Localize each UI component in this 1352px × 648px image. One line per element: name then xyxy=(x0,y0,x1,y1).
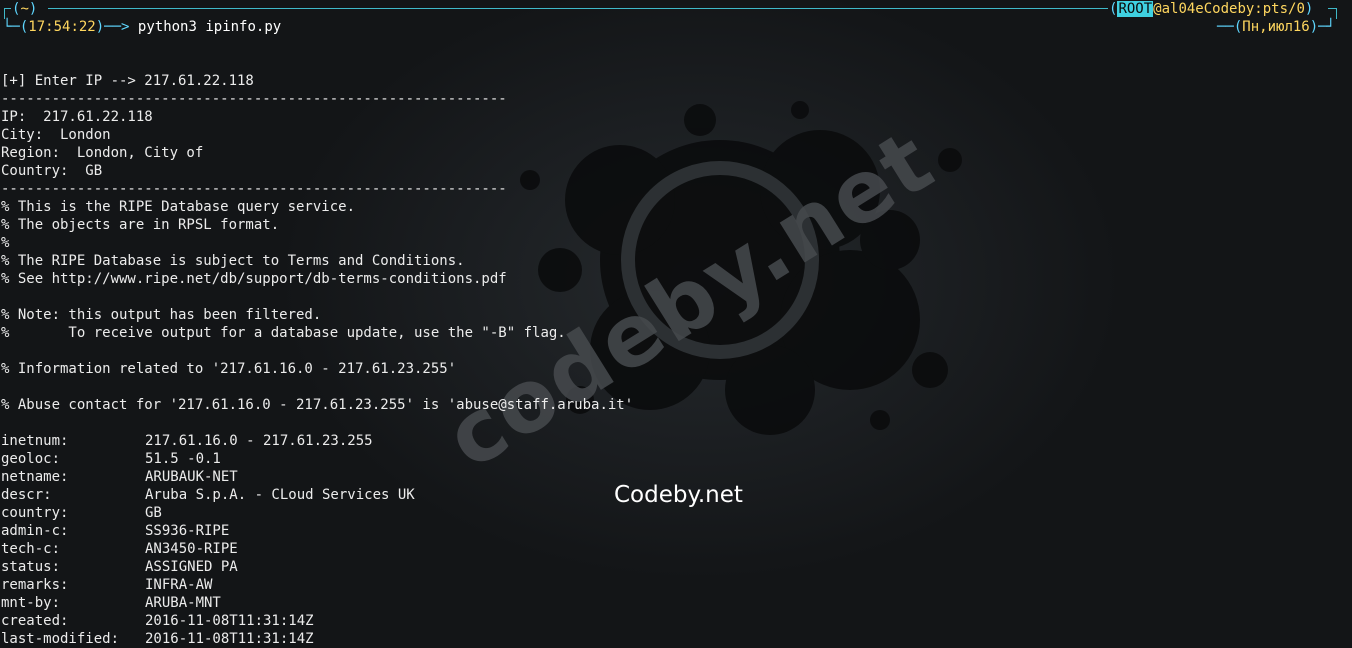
record-row: descr: Aruba S.p.A. - CLoud Services UK xyxy=(1,486,633,504)
record-value: ASSIGNED PA xyxy=(145,559,238,575)
command-text: python3 ipinfo.py xyxy=(137,19,282,35)
record-row: mnt-by: ARUBA-MNT xyxy=(1,594,633,612)
comment-line xyxy=(1,414,633,432)
comment-line: % Abuse contact for '217.61.16.0 - 217.6… xyxy=(1,397,634,413)
record-key: geoloc: xyxy=(1,451,61,467)
record-value: ARUBAUK-NET xyxy=(145,469,238,485)
comment-line xyxy=(1,342,633,360)
comment-line: % xyxy=(1,235,10,251)
prompt-user-host: (ROOT@al04eCodeby:pts/0) xyxy=(1109,1,1314,17)
record-key: descr: xyxy=(1,487,52,503)
record-row: country: GB xyxy=(1,504,633,522)
record-key: tech-c: xyxy=(1,541,61,557)
summary-line: Region: London, City of xyxy=(1,145,204,161)
record-value: GB xyxy=(145,505,162,521)
comment-line: % The RIPE Database is subject to Terms … xyxy=(1,253,465,269)
record-row: geoloc: 51.5 -0.1 xyxy=(1,450,633,468)
prompt-cwd: (~) xyxy=(12,1,38,17)
comment-line: % Information related to '217.61.16.0 - … xyxy=(1,361,457,377)
host-text: @al04eCodeby:pts/0 xyxy=(1153,1,1305,17)
record-key: remarks: xyxy=(1,577,69,593)
record-value: AN3450-RIPE xyxy=(145,541,238,557)
comment-line: % See http://www.ripe.net/db/support/db-… xyxy=(1,271,507,287)
terminal-window[interactable]: codeby.net Codeby.net (~) (ROOT@al04eCod… xyxy=(0,0,1352,648)
prompt-command-line: └─(17:54:22)──> python3 ipinfo.py xyxy=(3,19,282,35)
separator-line: ----------------------------------------… xyxy=(1,181,507,197)
record-value: ARUBA-MNT xyxy=(145,595,221,611)
record-key: created: xyxy=(1,613,69,629)
record-value: 2016-11-08T11:31:14Z xyxy=(145,613,314,629)
record-value: SS936-RIPE xyxy=(145,523,230,539)
date-text: Пн,июл16 xyxy=(1242,19,1310,35)
record-value: Aruba S.p.A. - CLoud Services UK xyxy=(145,487,415,503)
comment-line: % This is the RIPE Database query servic… xyxy=(1,199,356,215)
record-value: 2016-11-08T11:31:14Z xyxy=(145,631,314,647)
record-row: remarks: INFRA-AW xyxy=(1,576,633,594)
prompt-top-rule xyxy=(48,8,1108,9)
record-row: admin-c: SS936-RIPE xyxy=(1,522,633,540)
record-value: INFRA-AW xyxy=(145,577,213,593)
comment-line: % To receive output for a database updat… xyxy=(1,325,566,341)
record-value: 51.5 -0.1 xyxy=(145,451,221,467)
watermark-caption: Codeby.net xyxy=(614,482,743,508)
comment-line: % Note: this output has been filtered. xyxy=(1,307,322,323)
terminal-output: [+] Enter IP --> 217.61.22.118 ---------… xyxy=(1,72,633,648)
record-key: netname: xyxy=(1,469,69,485)
record-row: inetnum: 217.61.16.0 - 217.61.23.255 xyxy=(1,432,633,450)
record-key: last-modified: xyxy=(1,631,120,647)
record-row: tech-c: AN3450-RIPE xyxy=(1,540,633,558)
record-key: admin-c: xyxy=(1,523,69,539)
record-key: mnt-by: xyxy=(1,595,61,611)
prompt-arrow: ──> xyxy=(104,19,130,35)
separator-line: ----------------------------------------… xyxy=(1,91,507,107)
record-row: status: ASSIGNED PA xyxy=(1,558,633,576)
prompt-time: 17:54:22 xyxy=(28,19,96,35)
prompt-date: ──(Пн,июл16)─┘ xyxy=(1217,19,1336,35)
comment-line xyxy=(1,288,633,306)
record-row: netname: ARUBAUK-NET xyxy=(1,468,633,486)
summary-line: IP: 217.61.22.118 xyxy=(1,109,153,125)
summary-line: City: London xyxy=(1,127,111,143)
record-row: last-modified: 2016-11-08T11:31:14Z xyxy=(1,630,633,648)
root-badge: ROOT xyxy=(1117,1,1154,17)
record-value: 217.61.16.0 - 217.61.23.255 xyxy=(145,433,373,449)
cwd-text: ~ xyxy=(20,1,29,17)
record-row: created: 2016-11-08T11:31:14Z xyxy=(1,612,633,630)
record-key: status: xyxy=(1,559,61,575)
enter-ip-line: [+] Enter IP --> 217.61.22.118 xyxy=(1,73,254,89)
comment-line: % The objects are in RPSL format. xyxy=(1,217,280,233)
comment-line xyxy=(1,378,633,396)
record-key: inetnum: xyxy=(1,433,69,449)
summary-line: Country: GB xyxy=(1,163,103,179)
record-key: country: xyxy=(1,505,69,521)
